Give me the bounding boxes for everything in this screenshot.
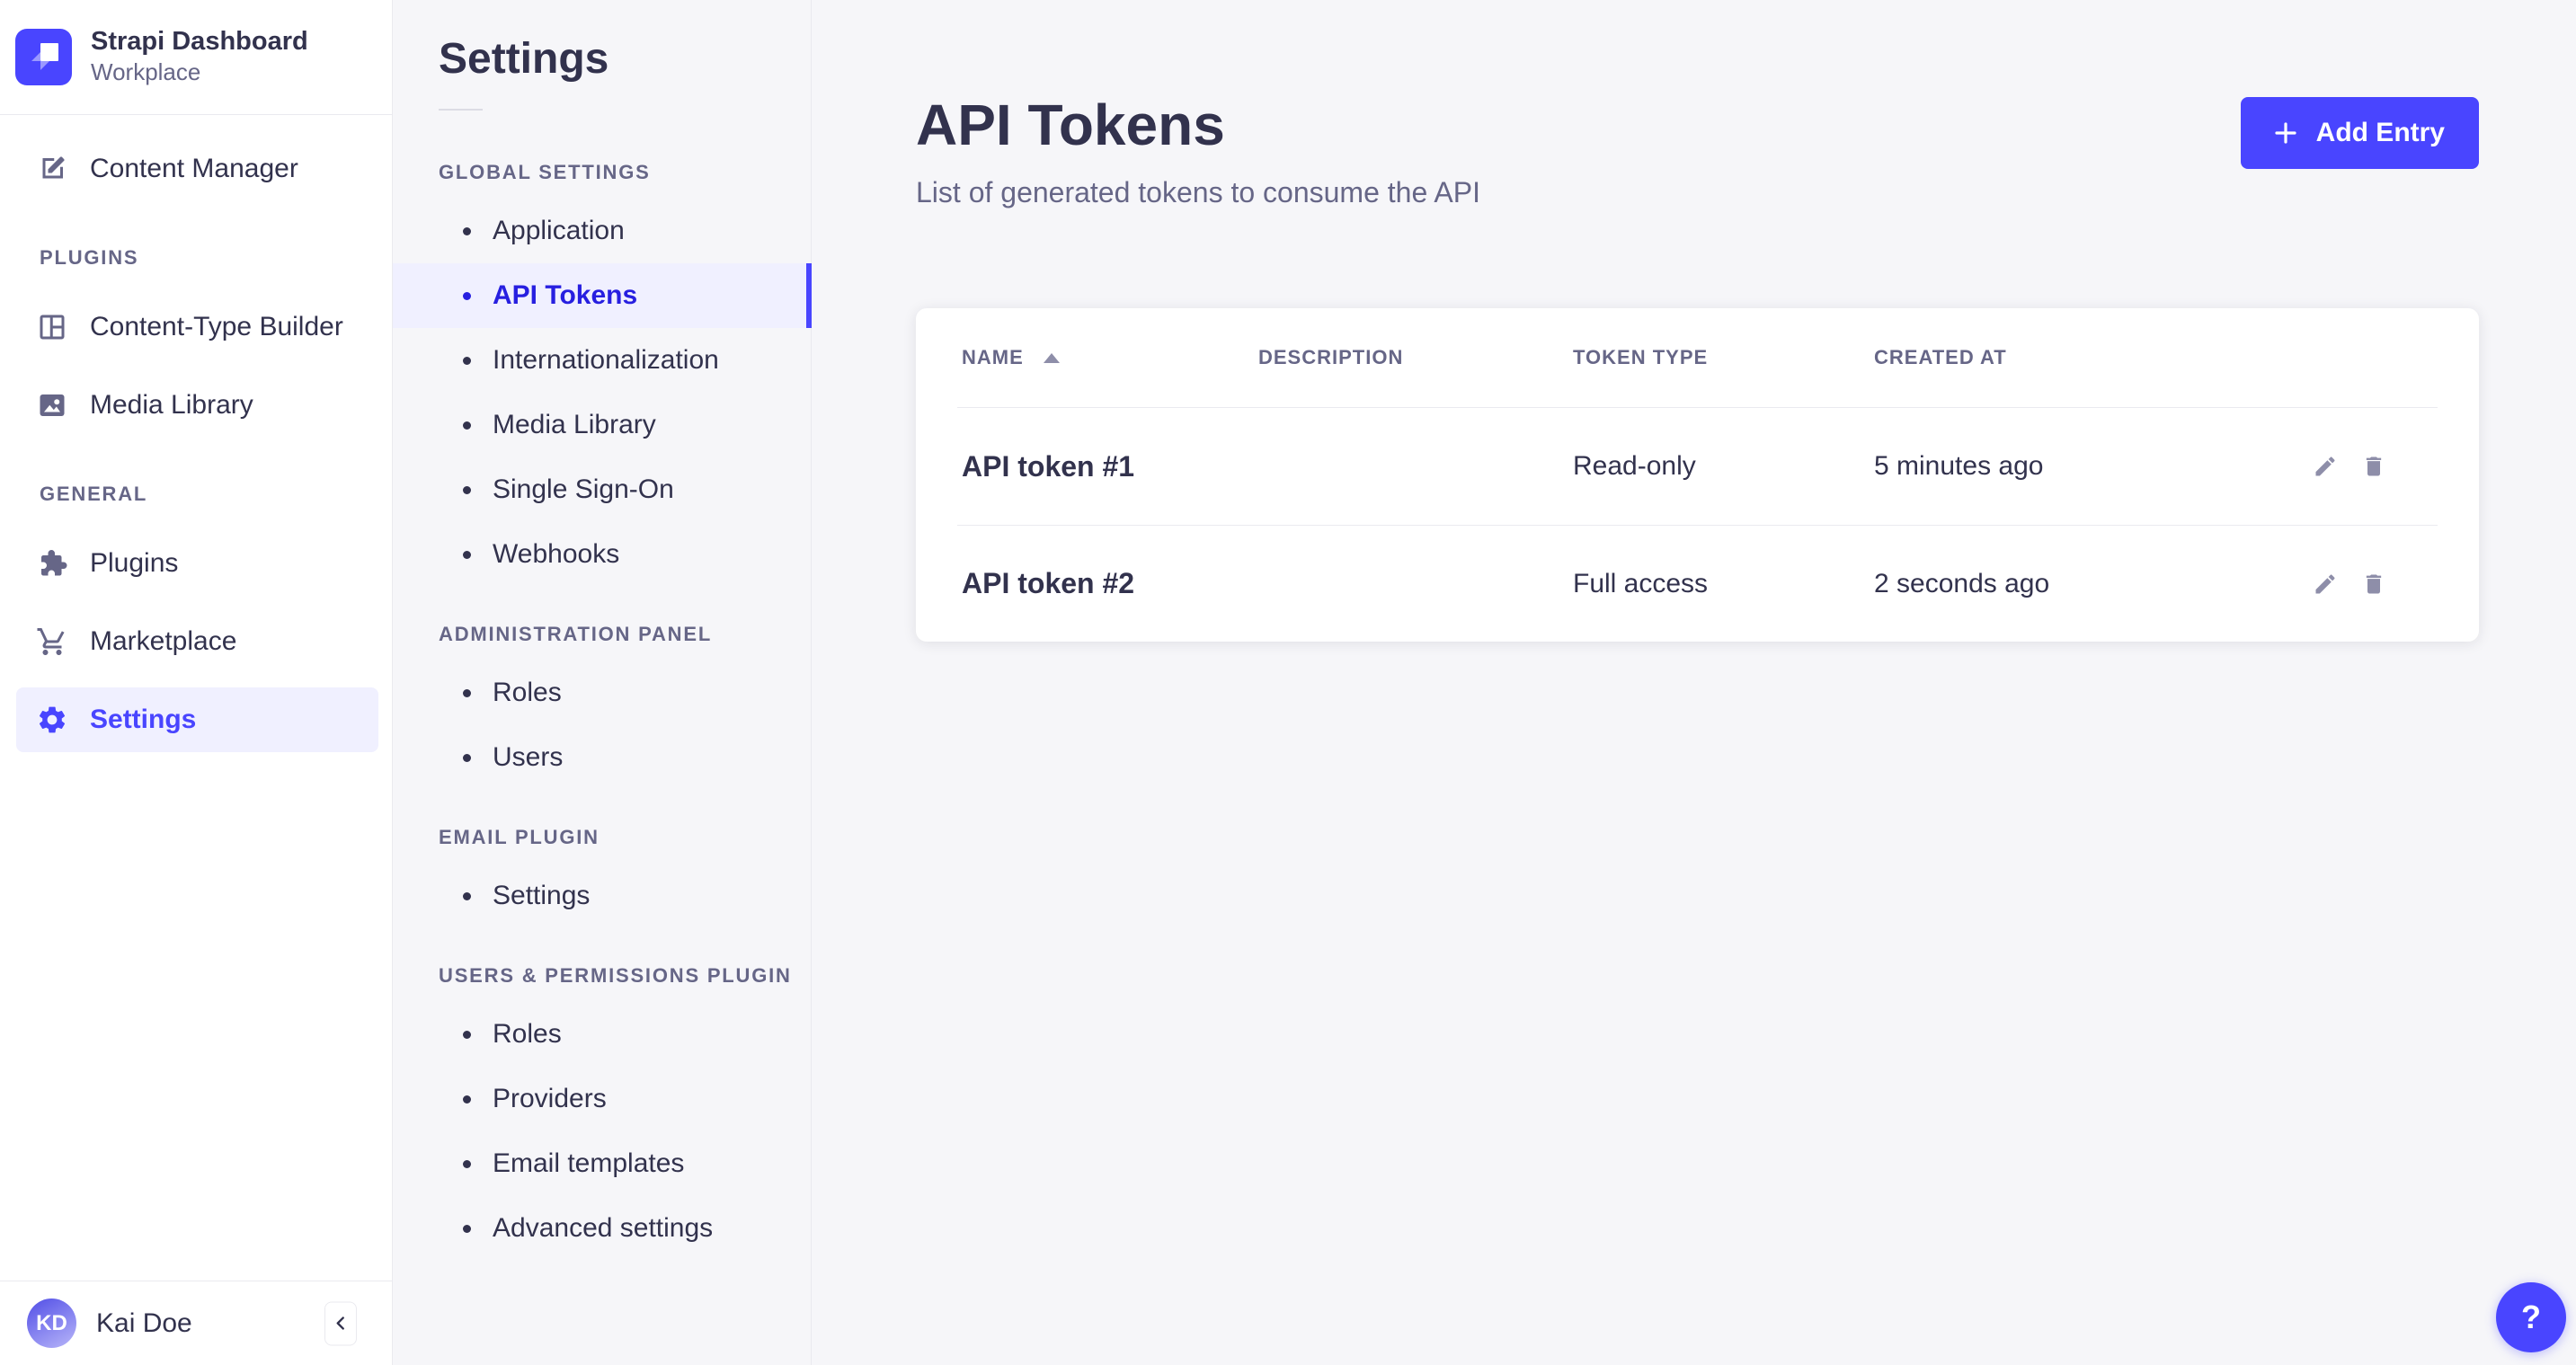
token-name: API token #2 xyxy=(962,567,1258,600)
subnav-item-admin-roles[interactable]: Roles xyxy=(393,660,811,725)
sidebar-item-marketplace[interactable]: Marketplace xyxy=(16,609,378,674)
row-actions xyxy=(2316,453,2433,480)
collapse-sidebar-button[interactable] xyxy=(324,1301,357,1345)
table-row[interactable]: API token #1 Read-only 5 minutes ago xyxy=(957,408,2438,525)
column-header-name[interactable]: NAME xyxy=(962,346,1258,369)
bullet-dot xyxy=(463,551,471,559)
bullet-dot xyxy=(463,486,471,494)
api-tokens-table-card: NAME DESCRIPTION TOKEN TYPE CREATED AT A… xyxy=(916,308,2479,642)
bullet-dot xyxy=(463,1031,471,1039)
bullet-dot xyxy=(463,1095,471,1104)
subnav-item-admin-users[interactable]: Users xyxy=(393,725,811,790)
row-actions xyxy=(2316,571,2433,598)
sidebar-item-plugins[interactable]: Plugins xyxy=(16,531,378,596)
bullet-dot xyxy=(463,357,471,365)
column-header-token-type: TOKEN TYPE xyxy=(1573,346,1874,369)
chevron-left-icon xyxy=(329,1312,352,1335)
sidebar-section-general: GENERAL xyxy=(40,483,392,506)
sidebar-footer: KD Kai Doe xyxy=(0,1281,392,1365)
column-header-created-at: CREATED AT xyxy=(1874,346,2316,369)
subnav-item-api-tokens[interactable]: API Tokens xyxy=(393,263,811,328)
bullet-dot xyxy=(463,227,471,235)
content-type-builder-icon xyxy=(36,311,68,343)
sidebar-item-label: Content Manager xyxy=(90,154,298,184)
subnav-item-media-library[interactable]: Media Library xyxy=(393,393,811,457)
sort-asc-triangle-icon xyxy=(1044,353,1060,363)
subnav-section-global-settings: GLOBAL SETTINGS xyxy=(439,161,811,184)
sidebar-item-label: Plugins xyxy=(90,548,178,579)
main-sidebar: Strapi Dashboard Workplace Content Manag… xyxy=(0,0,393,1365)
subnav-title: Settings xyxy=(439,34,811,84)
plus-icon xyxy=(2271,119,2300,147)
question-mark-icon: ? xyxy=(2521,1299,2541,1336)
bullet-dot xyxy=(463,421,471,430)
cart-icon xyxy=(36,625,68,658)
delete-trash-icon xyxy=(2361,572,2386,597)
delete-button[interactable] xyxy=(2361,571,2386,598)
brand-title: Strapi Dashboard xyxy=(91,26,308,58)
bullet-dot xyxy=(463,754,471,762)
sidebar-item-label: Marketplace xyxy=(90,626,236,657)
sidebar-section-plugins: PLUGINS xyxy=(40,246,392,270)
delete-button[interactable] xyxy=(2361,453,2386,480)
page-subtitle: List of generated tokens to consume the … xyxy=(916,176,2479,209)
subnav-section-email-plugin: EMAIL PLUGIN xyxy=(439,826,811,849)
token-type: Full access xyxy=(1573,569,1874,599)
sidebar-item-label: Settings xyxy=(90,705,196,735)
media-library-icon xyxy=(36,389,68,421)
page-header: API Tokens List of generated tokens to c… xyxy=(916,0,2479,209)
token-name: API token #1 xyxy=(962,450,1258,483)
gear-icon xyxy=(36,704,68,736)
bullet-dot xyxy=(463,892,471,900)
sidebar-item-content-type-builder[interactable]: Content-Type Builder xyxy=(16,295,378,359)
edit-pencil-icon xyxy=(2313,454,2338,479)
subnav-section-administration-panel: ADMINISTRATION PANEL xyxy=(439,623,811,646)
token-type: Read-only xyxy=(1573,451,1874,482)
brand-subtitle: Workplace xyxy=(91,58,308,88)
edit-pencil-icon xyxy=(2313,572,2338,597)
sidebar-item-settings[interactable]: Settings xyxy=(16,687,378,752)
subnav-item-email-settings[interactable]: Settings xyxy=(393,864,811,928)
strapi-logo-icon xyxy=(15,29,72,85)
token-created-at: 2 seconds ago xyxy=(1874,569,2316,599)
subnav-item-application[interactable]: Application xyxy=(393,199,811,263)
user-avatar[interactable]: KD xyxy=(27,1299,76,1348)
subnav-item-internationalization[interactable]: Internationalization xyxy=(393,328,811,393)
table-header-row: NAME DESCRIPTION TOKEN TYPE CREATED AT xyxy=(957,308,2438,408)
subnav-item-single-sign-on[interactable]: Single Sign-On xyxy=(393,457,811,522)
content-manager-icon xyxy=(36,153,68,185)
delete-trash-icon xyxy=(2361,454,2386,479)
brand-home-link[interactable]: Strapi Dashboard Workplace xyxy=(0,0,392,115)
settings-subnav: Settings GLOBAL SETTINGS Application API… xyxy=(393,0,812,1365)
subnav-item-up-advanced-settings[interactable]: Advanced settings xyxy=(393,1196,811,1261)
token-created-at: 5 minutes ago xyxy=(1874,451,2316,482)
subnav-item-up-roles[interactable]: Roles xyxy=(393,1002,811,1067)
bullet-dot xyxy=(463,1225,471,1233)
user-name: Kai Doe xyxy=(96,1308,192,1339)
puzzle-icon xyxy=(36,547,68,580)
column-header-description: DESCRIPTION xyxy=(1258,346,1573,369)
edit-button[interactable] xyxy=(2313,453,2338,480)
sidebar-item-media-library[interactable]: Media Library xyxy=(16,373,378,438)
bullet-dot xyxy=(463,292,471,300)
add-entry-button[interactable]: Add Entry xyxy=(2241,97,2479,169)
main-nav: Content Manager PLUGINS Content-Type Bui… xyxy=(0,115,392,766)
subnav-divider xyxy=(439,109,483,111)
sidebar-item-content-manager[interactable]: Content Manager xyxy=(16,137,378,201)
bullet-dot xyxy=(463,1160,471,1168)
brand-text: Strapi Dashboard Workplace xyxy=(91,26,308,88)
add-entry-label: Add Entry xyxy=(2316,118,2445,148)
subnav-section-users-permissions-plugin: USERS & PERMISSIONS PLUGIN xyxy=(439,964,811,988)
bullet-dot xyxy=(463,689,471,697)
table-row[interactable]: API token #2 Full access 2 seconds ago xyxy=(957,525,2438,642)
main-content: API Tokens List of generated tokens to c… xyxy=(812,0,2576,1365)
sidebar-item-label: Media Library xyxy=(90,390,253,421)
subnav-item-up-providers[interactable]: Providers xyxy=(393,1067,811,1131)
sidebar-item-label: Content-Type Builder xyxy=(90,312,343,342)
subnav-item-webhooks[interactable]: Webhooks xyxy=(393,522,811,587)
help-button[interactable]: ? xyxy=(2496,1282,2566,1352)
subnav-item-up-email-templates[interactable]: Email templates xyxy=(393,1131,811,1196)
edit-button[interactable] xyxy=(2313,571,2338,598)
